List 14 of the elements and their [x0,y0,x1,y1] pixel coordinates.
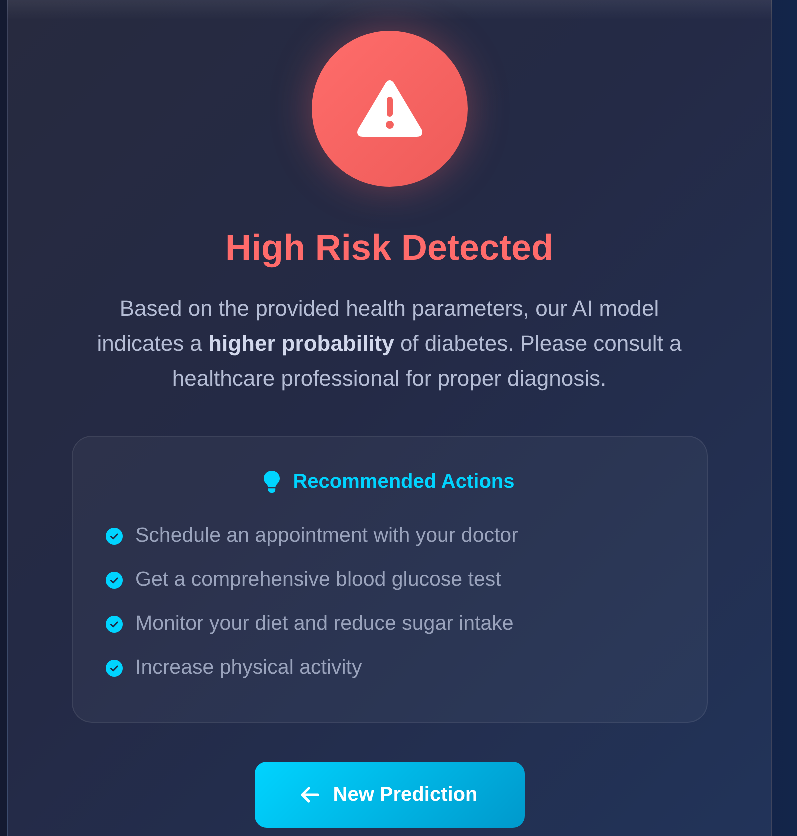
lightbulb-icon [264,471,280,493]
result-message: Based on the provided health parameters, our AI model indicates a higher probability of diabetes. Please consult a healthcare professional for proper diagnosis. [96,295,683,393]
check-circle-icon [106,660,122,676]
check-circle-icon [106,616,122,632]
recommendation-text: Monitor your diet and reduce sugar intake [136,612,514,636]
check-circle-icon [106,528,122,544]
new-prediction-button[interactable]: New Prediction [254,762,524,828]
check-circle-icon [106,572,122,588]
recommendation-text: Get a comprehensive blood glucose test [136,568,502,592]
result-title: High Risk Detected [225,227,554,269]
recommendation-text: Schedule an appointment with your doctor [136,524,518,548]
recommendations-heading: Recommended Actions [293,470,515,494]
recommendation-text: Increase physical activity [136,656,362,680]
arrow-left-icon [301,787,320,803]
